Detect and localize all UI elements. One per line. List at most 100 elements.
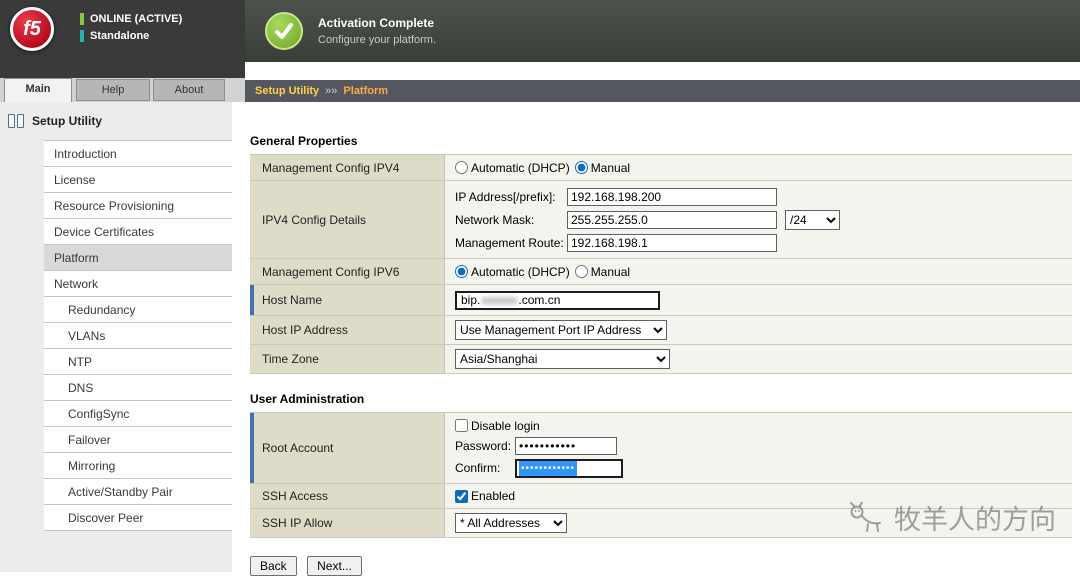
- sidebar-item-label: Resource Provisioning: [54, 199, 175, 213]
- breadcrumb-setup-utility[interactable]: Setup Utility: [255, 85, 319, 97]
- general-properties-table: Management Config IPV4 Automatic (DHCP) …: [250, 154, 1072, 374]
- host-name-value: bip. xxxxxx .com.cn: [445, 285, 1072, 315]
- ssh-ip-allow-label: SSH IP Allow: [250, 509, 445, 537]
- ipv4-details-value: IP Address[/prefix]: Network Mask: /24 M…: [445, 181, 1072, 258]
- back-button[interactable]: Back: [250, 556, 297, 576]
- host-name-input[interactable]: bip. xxxxxx .com.cn: [455, 290, 660, 310]
- ip-address-label: IP Address[/prefix]:: [455, 189, 556, 204]
- ipv6-automatic-option[interactable]: Automatic (DHCP): [455, 265, 570, 279]
- management-route-input[interactable]: [567, 233, 777, 252]
- tab-about[interactable]: About: [153, 79, 225, 101]
- sidebar-item-label: Discover Peer: [68, 511, 144, 525]
- prefix-select[interactable]: /24: [785, 209, 840, 230]
- success-check-icon: [265, 12, 303, 50]
- sidebar-header: Setup Utility: [0, 102, 232, 138]
- main-content: General Properties Management Config IPV…: [250, 118, 1072, 576]
- confirm-line: Confirm: ••••••••••••: [455, 458, 623, 478]
- sidebar-item-discover-peer[interactable]: Discover Peer: [44, 505, 232, 531]
- management-route-label: Management Route:: [455, 235, 564, 250]
- sidebar: Setup Utility Introduction License Resou…: [0, 102, 232, 572]
- sidebar-item-introduction[interactable]: Introduction: [44, 141, 232, 167]
- ipv6-manual-radio[interactable]: [574, 265, 588, 278]
- sidebar-list: Introduction License Resource Provisioni…: [44, 140, 232, 531]
- ipv4-automatic-option[interactable]: Automatic (DHCP): [455, 161, 570, 175]
- mgmt-ipv6-label: Management Config IPV6: [250, 259, 445, 284]
- sidebar-item-mirroring[interactable]: Mirroring: [44, 453, 232, 479]
- ipv4-automatic-radio[interactable]: [455, 161, 468, 174]
- sidebar-item-failover[interactable]: Failover: [44, 427, 232, 453]
- mgmt-ipv6-value: Automatic (DHCP) Manual: [445, 259, 1072, 284]
- ip-address-line: IP Address[/prefix]:: [455, 187, 777, 206]
- row-host-name: Host Name bip. xxxxxx .com.cn: [250, 285, 1072, 316]
- confirm-label: Confirm:: [455, 461, 501, 475]
- sidebar-item-license[interactable]: License: [44, 167, 232, 193]
- host-ip-select[interactable]: Use Management Port IP Address: [455, 320, 667, 340]
- confirm-password-input[interactable]: ••••••••••••: [515, 458, 623, 478]
- row-ssh-access: SSH Access Enabled: [250, 484, 1072, 509]
- row-ipv4-config-details: IPV4 Config Details IP Address[/prefix]:…: [250, 181, 1072, 259]
- root-account-value: Disable login Password: Confirm: •••••••…: [445, 413, 1072, 483]
- sidebar-item-network[interactable]: Network: [44, 271, 232, 297]
- mgmt-ipv4-value: Automatic (DHCP) Manual: [445, 155, 1072, 180]
- sidebar-item-label: Mirroring: [68, 459, 116, 473]
- sidebar-item-label: DNS: [68, 381, 94, 395]
- sidebar-item-ntp[interactable]: NTP: [44, 349, 232, 375]
- time-zone-label: Time Zone: [250, 345, 445, 373]
- sidebar-item-configsync[interactable]: ConfigSync: [44, 401, 232, 427]
- ssh-enabled-option[interactable]: Enabled: [455, 489, 515, 503]
- password-input[interactable]: [515, 436, 617, 455]
- footer-buttons: Back Next...: [250, 556, 1072, 576]
- disable-login-checkbox[interactable]: [455, 419, 468, 432]
- sidebar-item-device-certificates[interactable]: Device Certificates: [44, 219, 232, 245]
- general-properties-title: General Properties: [250, 134, 358, 148]
- ipv6-automatic-radio[interactable]: [455, 265, 468, 278]
- network-mask-line: Network Mask: /24: [455, 209, 840, 230]
- top-left-panel: f5 ONLINE (ACTIVE) Standalone: [0, 0, 245, 78]
- setup-utility-icon: [8, 114, 24, 128]
- network-mask-input[interactable]: [567, 210, 777, 229]
- sidebar-title: Setup Utility: [32, 114, 103, 128]
- mgmt-ipv4-label: Management Config IPV4: [250, 155, 445, 180]
- row-root-account: Root Account Disable login Password: Con…: [250, 413, 1072, 484]
- f5-logo-text: f5: [23, 17, 41, 40]
- host-ip-value: Use Management Port IP Address: [445, 316, 1072, 344]
- sidebar-item-label: VLANs: [68, 329, 106, 343]
- ipv4-details-label: IPV4 Config Details: [250, 181, 445, 258]
- sidebar-item-label: NTP: [68, 355, 92, 369]
- sidebar-item-label: Introduction: [54, 147, 117, 161]
- sidebar-item-resource-provisioning[interactable]: Resource Provisioning: [44, 193, 232, 219]
- row-management-config-ipv4: Management Config IPV4 Automatic (DHCP) …: [250, 155, 1072, 181]
- f5-logo[interactable]: f5: [10, 7, 54, 51]
- tab-help[interactable]: Help: [76, 79, 150, 101]
- sidebar-item-label: Redundancy: [68, 303, 136, 317]
- time-zone-select[interactable]: Asia/Shanghai: [455, 349, 670, 369]
- sidebar-item-platform[interactable]: Platform: [44, 245, 232, 271]
- next-button[interactable]: Next...: [307, 556, 362, 576]
- sidebar-item-label: License: [54, 173, 96, 187]
- user-administration-table: Root Account Disable login Password: Con…: [250, 412, 1072, 538]
- ssh-access-label: SSH Access: [250, 484, 445, 508]
- breadcrumb: Setup Utility »» Platform: [245, 80, 1080, 102]
- password-label: Password:: [455, 438, 512, 453]
- ip-address-input[interactable]: [567, 187, 777, 206]
- sidebar-item-vlans[interactable]: VLANs: [44, 323, 232, 349]
- ssh-ip-allow-select[interactable]: * All Addresses: [455, 513, 567, 533]
- host-name-label: Host Name: [250, 285, 445, 315]
- ssh-enabled-checkbox[interactable]: [455, 489, 468, 503]
- ipv6-manual-option[interactable]: Manual: [574, 265, 630, 279]
- tab-main[interactable]: Main: [4, 78, 72, 102]
- time-zone-value: Asia/Shanghai: [445, 345, 1072, 373]
- root-account-label: Root Account: [250, 413, 445, 483]
- sidebar-item-active-standby-pair[interactable]: Active/Standby Pair: [44, 479, 232, 505]
- sidebar-item-redundancy[interactable]: Redundancy: [44, 297, 232, 323]
- ipv4-manual-option[interactable]: Manual: [574, 161, 630, 175]
- banner-title: Activation Complete: [318, 16, 435, 30]
- sidebar-item-dns[interactable]: DNS: [44, 375, 232, 401]
- ipv4-manual-radio[interactable]: [574, 161, 588, 174]
- confirm-selected-text: ••••••••••••: [519, 460, 578, 476]
- sidebar-item-label: Platform: [54, 251, 99, 265]
- disable-login-option[interactable]: Disable login: [455, 419, 540, 433]
- status-standalone-label: Standalone: [90, 29, 150, 42]
- row-host-ip-address: Host IP Address Use Management Port IP A…: [250, 316, 1072, 345]
- row-time-zone: Time Zone Asia/Shanghai: [250, 345, 1072, 374]
